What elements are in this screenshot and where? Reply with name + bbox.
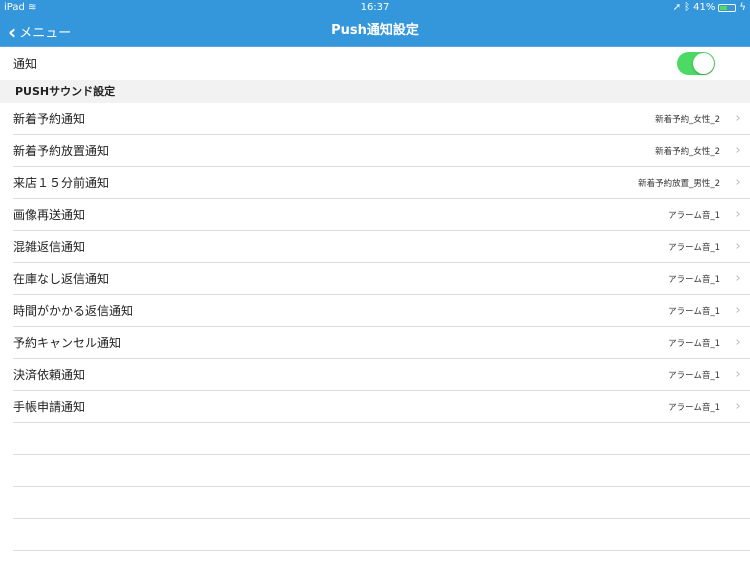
row-value: 新着予約_女性_2 — [655, 114, 720, 125]
row-value-wrap: アラーム音_1 › — [668, 207, 750, 222]
navigation-bar: ‹ メニュー Push通知設定 — [0, 15, 750, 47]
row-label: 画像再送通知 — [13, 208, 86, 222]
status-right: ➚ ᛒ 41% ϟ — [673, 2, 746, 13]
status-bar: iPad ≋ 16:37 ➚ ᛒ 41% ϟ — [0, 0, 750, 15]
notification-toggle-row: 通知 — [0, 47, 750, 80]
row-label: 在庫なし返信通知 — [13, 272, 110, 286]
row-value-wrap: アラーム音_1 › — [668, 367, 750, 382]
charging-icon: ϟ — [739, 2, 746, 13]
row-value-wrap: 新着予約放置_男性_2 › — [638, 175, 750, 190]
sound-setting-row[interactable]: 在庫なし返信通知 アラーム音_1 › — [13, 263, 750, 295]
sound-setting-row[interactable]: 来店１５分前通知 新着予約放置_男性_2 › — [13, 167, 750, 199]
chevron-right-icon: › — [735, 367, 741, 382]
row-value: アラーム音_1 — [668, 210, 720, 221]
chevron-right-icon: › — [735, 335, 741, 350]
row-label: 新着予約通知 — [13, 112, 86, 126]
chevron-right-icon: › — [735, 143, 741, 158]
row-value-wrap: アラーム音_1 › — [668, 303, 750, 318]
row-value: アラーム音_1 — [668, 306, 720, 317]
row-value-wrap: アラーム音_1 › — [668, 271, 750, 286]
row-value-wrap: アラーム音_1 › — [668, 239, 750, 254]
row-label: 混雑返信通知 — [13, 240, 86, 254]
back-label: メニュー — [19, 26, 72, 41]
bluetooth-icon: ᛒ — [684, 2, 691, 13]
row-value: アラーム音_1 — [668, 242, 720, 253]
battery-icon — [718, 3, 737, 12]
clock: 16:37 — [360, 2, 390, 13]
row-label: 手帳申請通知 — [13, 400, 86, 414]
empty-row — [13, 423, 750, 455]
back-button[interactable]: ‹ メニュー — [8, 19, 72, 44]
chevron-right-icon: › — [735, 239, 741, 254]
sound-setting-row[interactable]: 画像再送通知 アラーム音_1 › — [13, 199, 750, 231]
sound-setting-row[interactable]: 新着予約放置通知 新着予約_女性_2 › — [13, 135, 750, 167]
battery-percent: 41% — [693, 2, 716, 13]
row-label: 来店１５分前通知 — [13, 176, 110, 190]
sound-setting-row[interactable]: 混雑返信通知 アラーム音_1 › — [13, 231, 750, 263]
section-header: PUSHサウンド設定 — [0, 80, 750, 103]
row-value: 新着予約_女性_2 — [655, 146, 720, 157]
sound-setting-row[interactable]: 時間がかかる返信通知 アラーム音_1 › — [13, 295, 750, 327]
empty-row — [13, 487, 750, 519]
empty-row — [13, 455, 750, 487]
chevron-right-icon: › — [735, 399, 741, 414]
row-label: 時間がかかる返信通知 — [13, 304, 134, 318]
chevron-right-icon: › — [735, 271, 741, 286]
chevron-right-icon: › — [735, 207, 741, 222]
chevron-right-icon: › — [735, 303, 741, 318]
row-value-wrap: アラーム音_1 › — [668, 399, 750, 414]
sound-settings-list: 新着予約通知 新着予約_女性_2 › 新着予約放置通知 新着予約_女性_2 › 来店１５… — [13, 103, 750, 551]
notification-toggle[interactable] — [677, 52, 715, 75]
notification-label: 通知 — [13, 57, 38, 71]
row-value: 新着予約放置_男性_2 — [638, 178, 720, 189]
row-value: アラーム音_1 — [668, 338, 720, 349]
sound-setting-row[interactable]: 新着予約通知 新着予約_女性_2 › — [13, 103, 750, 135]
chevron-right-icon: › — [735, 175, 741, 190]
location-icon: ➚ — [672, 2, 682, 13]
row-label: 新着予約放置通知 — [13, 144, 110, 158]
row-value-wrap: 新着予約_女性_2 › — [655, 143, 750, 158]
chevron-left-icon: ‹ — [8, 19, 17, 44]
sound-setting-row[interactable]: 予約キャンセル通知 アラーム音_1 › — [13, 327, 750, 359]
empty-row — [13, 519, 750, 551]
row-value: アラーム音_1 — [668, 402, 720, 413]
row-value-wrap: アラーム音_1 › — [668, 335, 750, 350]
row-value: アラーム音_1 — [668, 370, 720, 381]
row-label: 決済依頼通知 — [13, 368, 86, 382]
row-value-wrap: 新着予約_女性_2 › — [655, 111, 750, 126]
page-title: Push通知設定 — [331, 23, 419, 38]
row-value: アラーム音_1 — [668, 274, 720, 285]
row-label: 予約キャンセル通知 — [13, 336, 122, 350]
sound-setting-row[interactable]: 決済依頼通知 アラーム音_1 › — [13, 359, 750, 391]
chevron-right-icon: › — [735, 111, 741, 126]
sound-setting-row[interactable]: 手帳申請通知 アラーム音_1 › — [13, 391, 750, 423]
